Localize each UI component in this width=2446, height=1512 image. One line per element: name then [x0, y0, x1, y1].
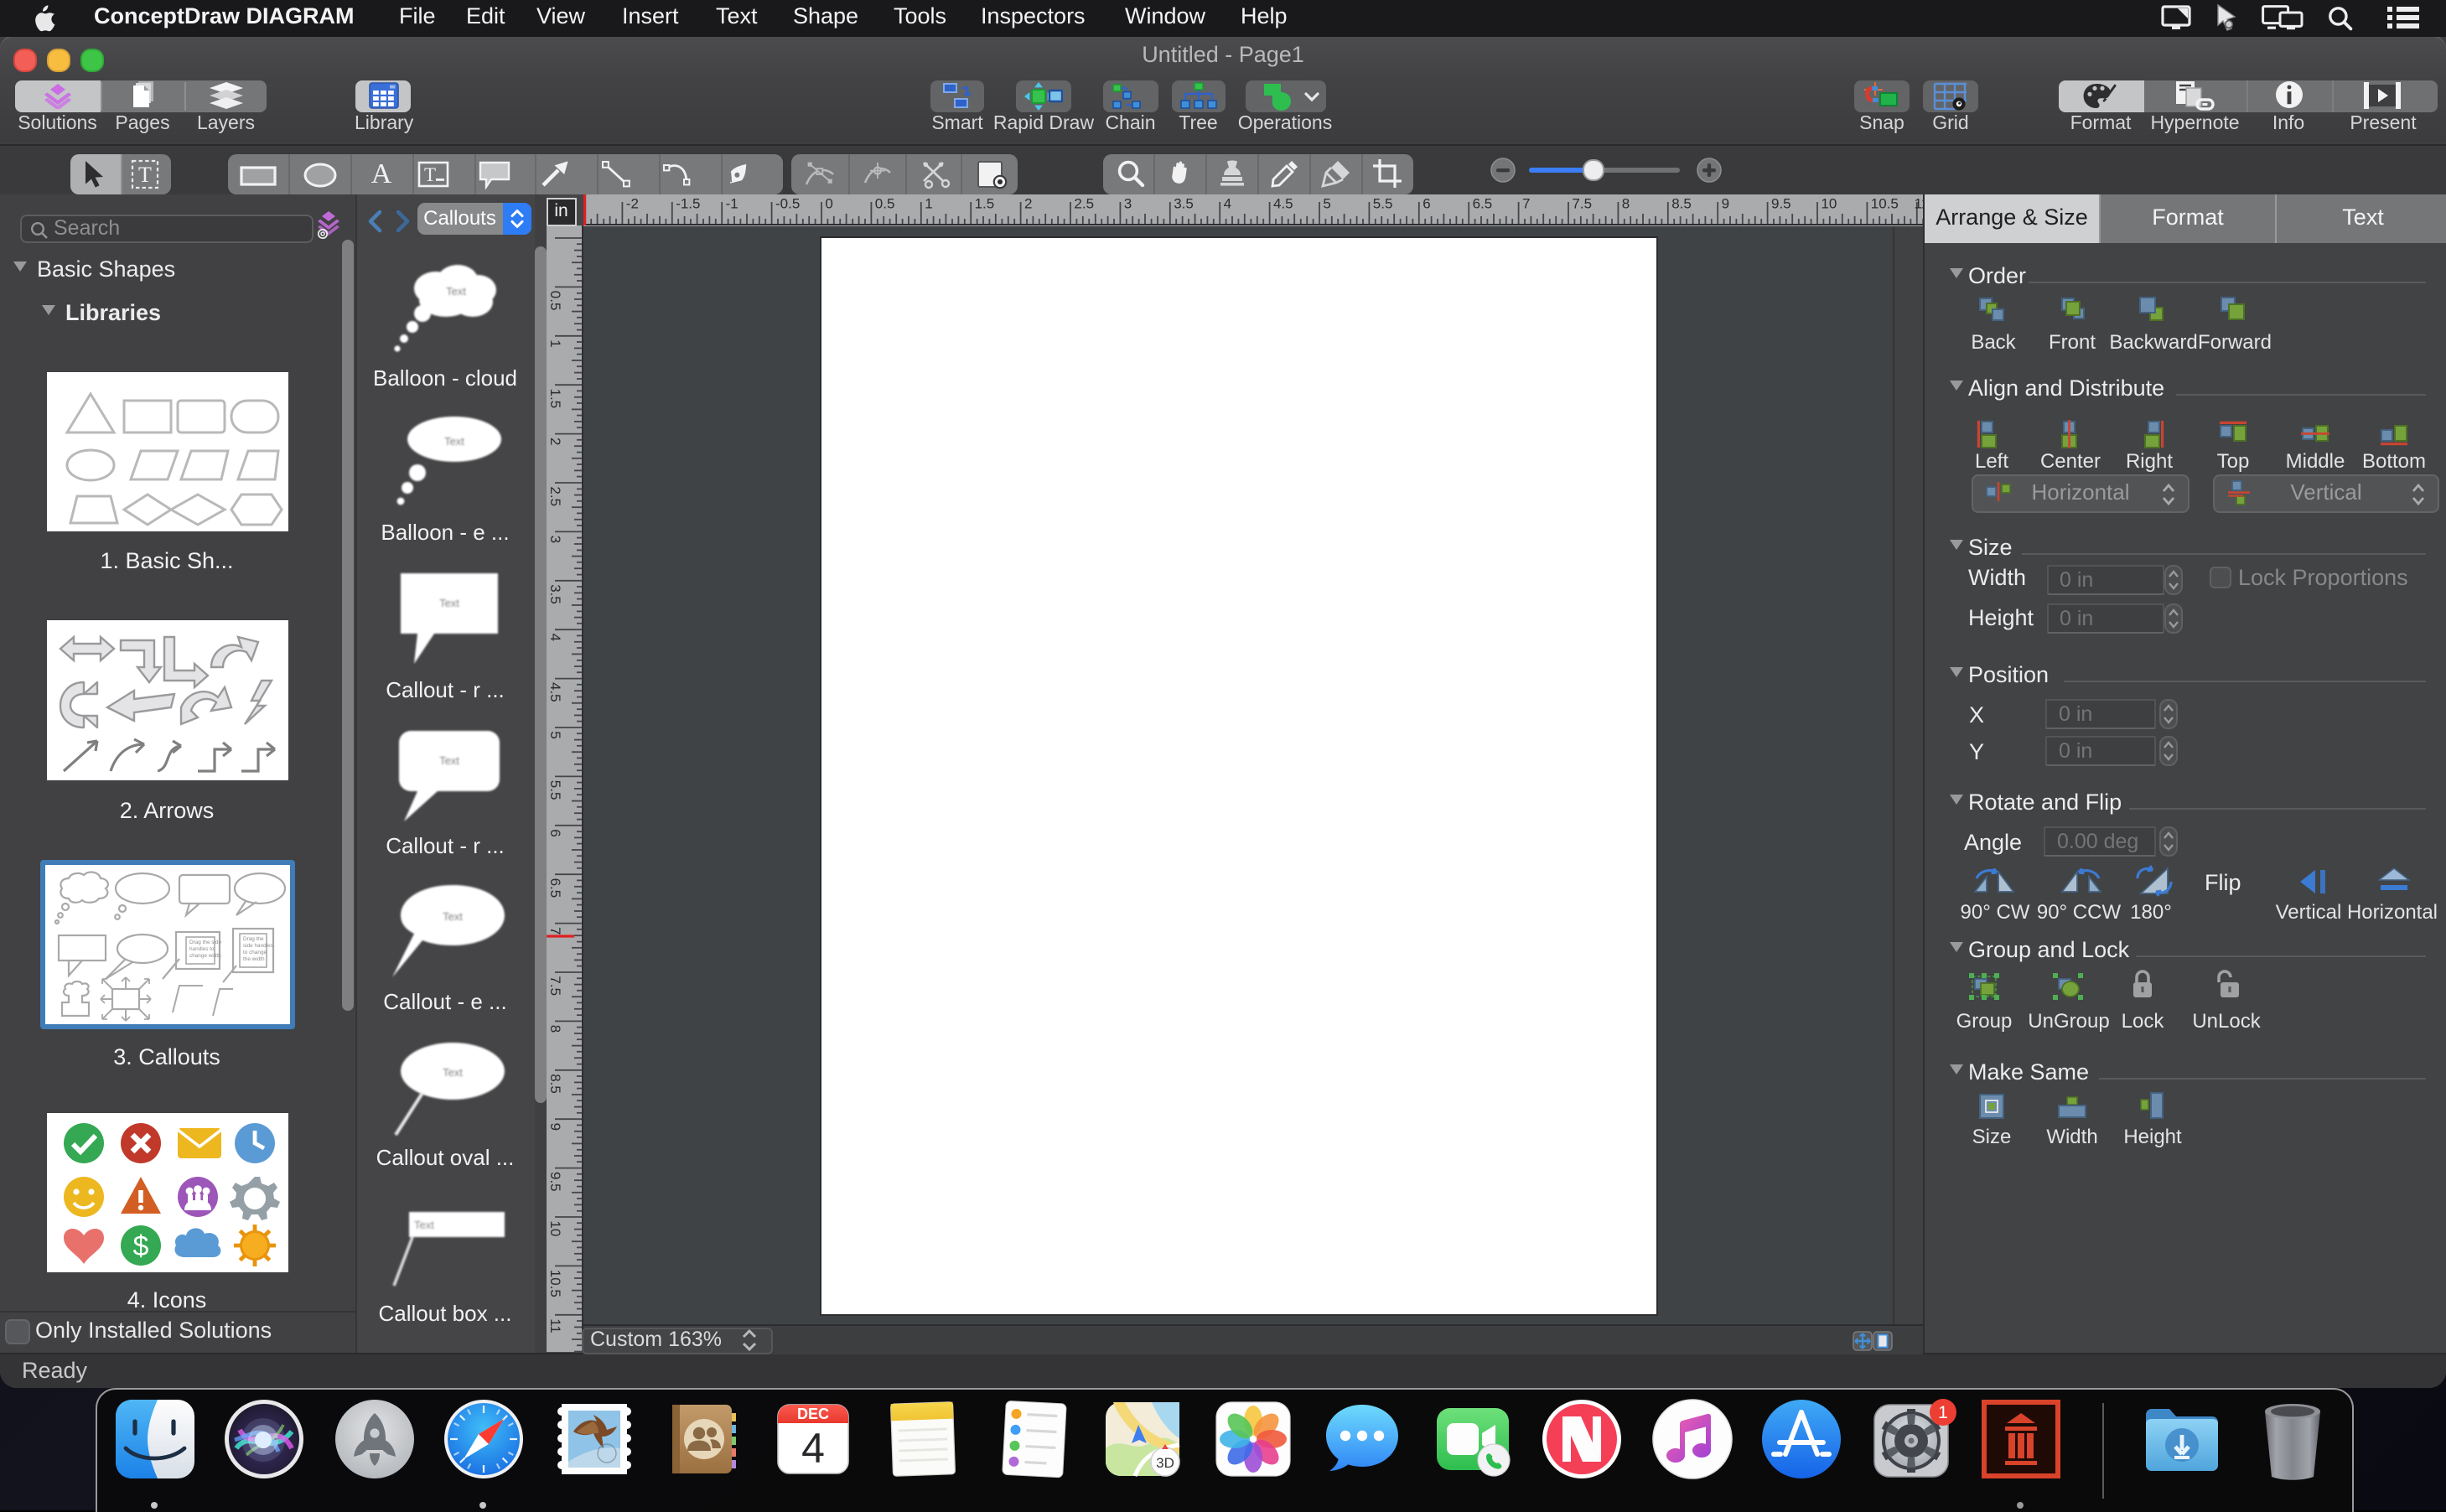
svg-text:11: 11	[547, 1318, 563, 1333]
svg-text:Text: Text	[445, 285, 465, 298]
svg-text:-0.5: -0.5	[775, 195, 800, 211]
svg-text:6.5: 6.5	[1473, 195, 1493, 211]
svg-text:change width: change width	[189, 952, 220, 958]
svg-text:8.5: 8.5	[547, 1074, 563, 1094]
svg-text:7: 7	[1522, 195, 1530, 211]
svg-text:10: 10	[547, 1220, 563, 1236]
svg-text:Text: Text	[442, 910, 462, 923]
svg-text:3D: 3D	[1156, 1455, 1174, 1471]
svg-text:DEC: DEC	[796, 1406, 828, 1422]
svg-text:5: 5	[1323, 195, 1330, 211]
svg-text:$: $	[132, 1230, 148, 1261]
svg-text:6.5: 6.5	[547, 878, 563, 898]
svg-text:Drag the side: Drag the side	[189, 939, 220, 945]
svg-text:7.5: 7.5	[1572, 195, 1592, 211]
svg-text:7: 7	[547, 927, 563, 935]
svg-text:3.5: 3.5	[1174, 195, 1194, 211]
svg-text:5.5: 5.5	[1373, 195, 1393, 211]
svg-text:6: 6	[1423, 195, 1430, 211]
svg-text:5: 5	[547, 731, 563, 738]
svg-text:7.5: 7.5	[547, 976, 563, 996]
svg-text:0: 0	[825, 195, 832, 211]
svg-text:4: 4	[547, 634, 563, 641]
svg-text:Text: Text	[443, 435, 464, 448]
svg-text:10.5: 10.5	[547, 1270, 563, 1297]
svg-text:Text: Text	[438, 754, 459, 767]
svg-text:Text: Text	[442, 1066, 462, 1079]
svg-text:1: 1	[547, 339, 563, 347]
svg-text:T: T	[138, 162, 152, 186]
svg-text:9: 9	[1722, 195, 1729, 211]
svg-text:3: 3	[1124, 195, 1132, 211]
svg-text:the width: the width	[242, 955, 264, 961]
svg-text:1.5: 1.5	[975, 195, 995, 211]
svg-text:3.5: 3.5	[547, 584, 563, 604]
svg-text:10: 10	[1821, 195, 1837, 211]
svg-text:handles to: handles to	[189, 945, 214, 951]
svg-text:side handles: side handles	[242, 942, 272, 948]
svg-text:Text: Text	[438, 597, 459, 609]
svg-text:1: 1	[925, 195, 932, 211]
svg-text:-1.5: -1.5	[676, 195, 700, 211]
svg-text:4: 4	[1224, 195, 1231, 211]
svg-text:Text: Text	[413, 1219, 433, 1231]
svg-text:-2: -2	[626, 195, 639, 211]
svg-text:0.5: 0.5	[547, 291, 563, 311]
svg-text:9.5: 9.5	[547, 1172, 563, 1192]
svg-text:8: 8	[1622, 195, 1630, 211]
svg-text:-1: -1	[726, 195, 738, 211]
svg-text:10.5: 10.5	[1871, 195, 1899, 211]
svg-text:1.5: 1.5	[547, 389, 563, 409]
svg-text:9.5: 9.5	[1771, 195, 1791, 211]
svg-text:2.5: 2.5	[547, 486, 563, 506]
svg-text:T: T	[423, 163, 435, 184]
svg-text:2: 2	[547, 438, 563, 445]
svg-text:to change: to change	[242, 949, 267, 955]
svg-text:0.5: 0.5	[875, 195, 895, 211]
svg-text:4: 4	[801, 1425, 824, 1472]
svg-text:8: 8	[547, 1025, 563, 1033]
svg-text:3: 3	[547, 536, 563, 543]
svg-text:5.5: 5.5	[547, 780, 563, 800]
svg-text:9: 9	[547, 1123, 563, 1131]
svg-text:8.5: 8.5	[1671, 195, 1692, 211]
svg-text:6: 6	[547, 829, 563, 836]
svg-text:4.5: 4.5	[547, 682, 563, 702]
svg-text:4.5: 4.5	[1273, 195, 1293, 211]
svg-text:2.5: 2.5	[1074, 195, 1094, 211]
svg-text:Drag the: Drag the	[242, 935, 263, 941]
svg-text:1: 1	[1937, 1403, 1947, 1422]
svg-text:2: 2	[1024, 195, 1032, 211]
